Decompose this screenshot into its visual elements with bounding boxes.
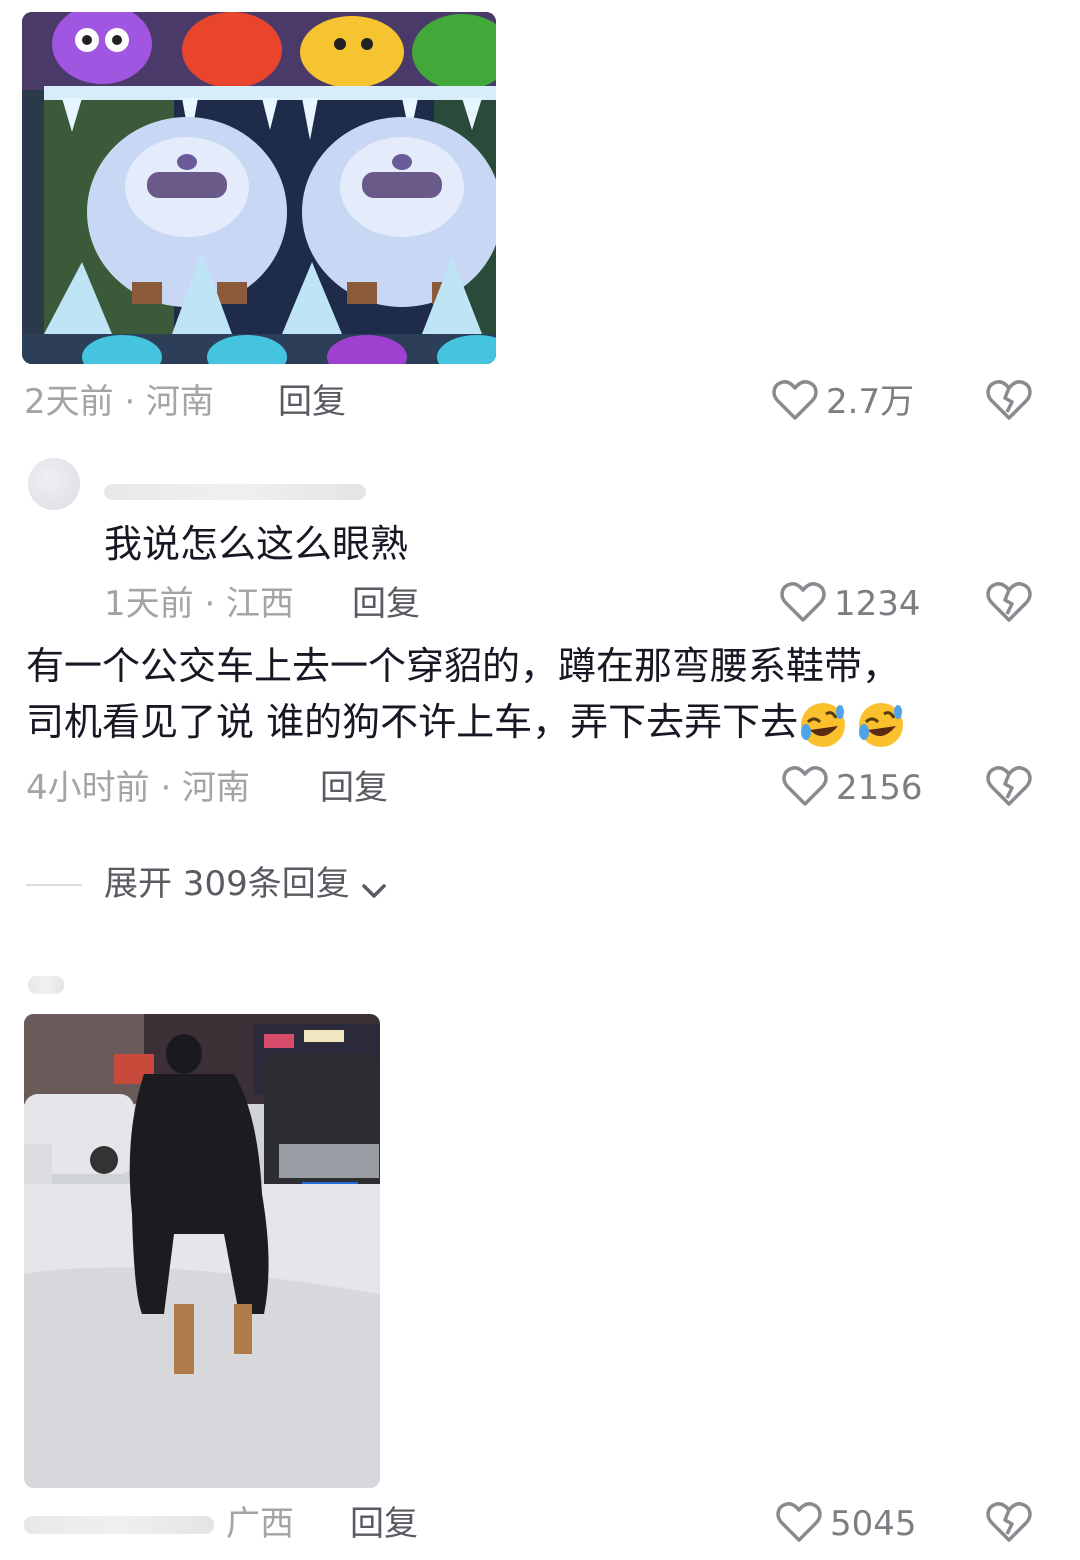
game-screenshot-image	[22, 12, 496, 364]
reply-button[interactable]: 回复	[278, 382, 346, 422]
broken-heart-icon[interactable]	[986, 1502, 1032, 1544]
comment-time-location: 1天前 · 江西	[104, 584, 295, 624]
chevron-down-icon	[362, 883, 386, 898]
rolling-laughing-emoji	[859, 702, 904, 747]
rolling-laughing-emoji	[801, 702, 846, 747]
expand-divider	[26, 884, 82, 886]
comment-time-location: 4小时前 · 河南	[26, 768, 251, 808]
like-count: 2156	[836, 768, 923, 808]
comment-text-line-2: 司机看见了说 谁的狗不许上车，弄下去弄下去	[26, 700, 799, 744]
heart-outline-icon[interactable]	[782, 766, 828, 808]
comment-time-location: 广西	[226, 1504, 294, 1544]
like-count: 1234	[834, 584, 921, 624]
expand-replies-button[interactable]: 展开 309条回复	[104, 864, 389, 904]
street-photo-image	[24, 1014, 380, 1488]
broken-heart-icon[interactable]	[986, 582, 1032, 624]
comment-text: 我说怎么这么眼熟	[104, 522, 409, 566]
blurred-username	[104, 484, 366, 500]
heart-outline-icon[interactable]	[776, 1502, 822, 1544]
comment-image-street[interactable]	[24, 1014, 380, 1488]
heart-outline-icon[interactable]	[780, 582, 826, 624]
reply-button[interactable]: 回复	[352, 584, 420, 624]
blurred-username	[28, 976, 64, 994]
comment-text-line-2-wrap: 司机看见了说 谁的狗不许上车，弄下去弄下去	[26, 696, 906, 750]
blurred-username	[24, 1516, 214, 1534]
broken-heart-icon[interactable]	[986, 380, 1032, 422]
heart-outline-icon[interactable]	[772, 380, 818, 422]
expand-replies-label: 展开 309条回复	[104, 864, 350, 904]
comment-image-game[interactable]	[22, 12, 496, 364]
broken-heart-icon[interactable]	[986, 766, 1032, 808]
avatar[interactable]	[28, 458, 80, 510]
comment-text-line-1: 有一个公交车上去一个穿貂的，蹲在那弯腰系鞋带，	[26, 644, 901, 688]
reply-button[interactable]: 回复	[350, 1504, 418, 1544]
reply-button[interactable]: 回复	[320, 768, 388, 808]
like-count: 5045	[830, 1504, 917, 1544]
comment-time-location: 2天前 · 河南	[24, 382, 215, 422]
like-count: 2.7万	[826, 382, 915, 422]
